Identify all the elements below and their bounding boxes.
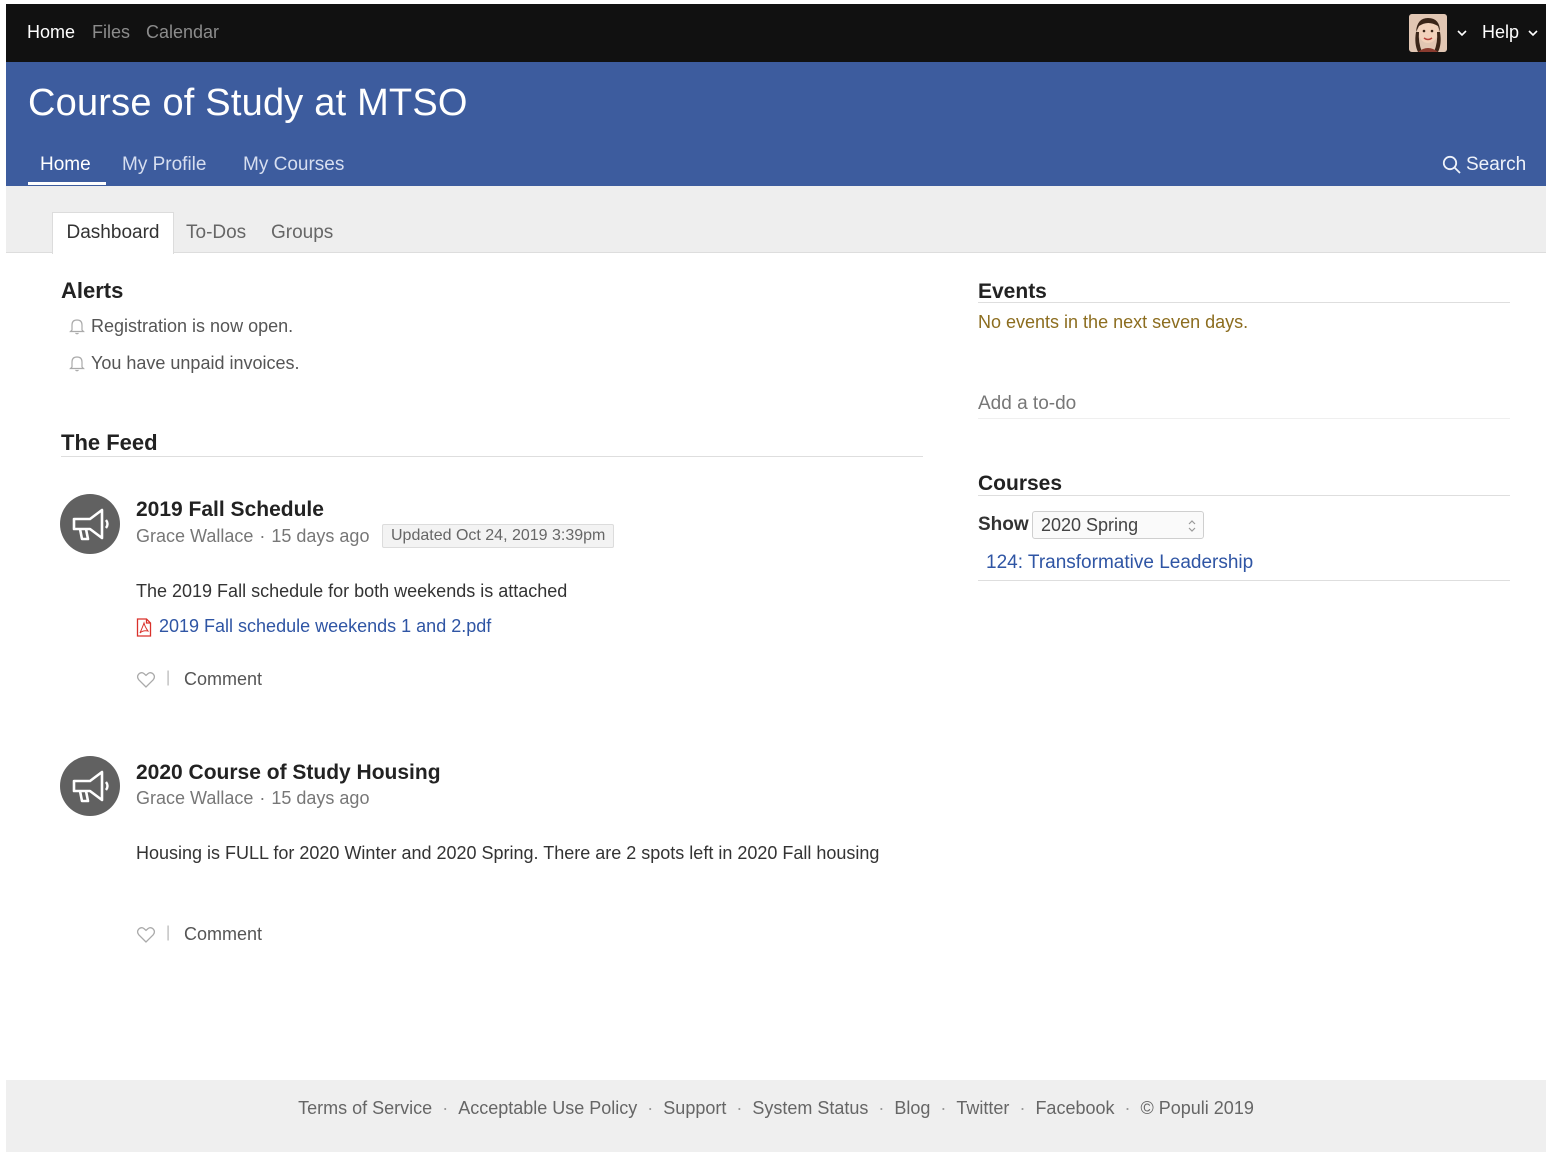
comment-link[interactable]: Comment — [184, 669, 262, 690]
post-meta: Grace Wallace · 15 days ago — [136, 526, 370, 546]
select-updown-icon — [1188, 520, 1196, 532]
updated-badge: Updated Oct 24, 2019 3:39pm — [382, 524, 615, 548]
alert-text: You have unpaid invoices. — [91, 353, 300, 373]
help-chevron-down-icon[interactable] — [1526, 26, 1540, 40]
heart-like-icon[interactable] — [136, 671, 156, 689]
footer-links: Terms of Service · Acceptable Use Policy · S… — [298, 1098, 1254, 1118]
courses-heading: Courses — [978, 472, 1063, 495]
term-select-value: 2020 Spring — [1041, 515, 1139, 535]
help-menu[interactable]: Help — [1482, 22, 1519, 43]
post-age: 15 days ago — [271, 788, 370, 808]
todo-divider — [978, 418, 1510, 419]
events-divider — [978, 302, 1510, 303]
global-topbar: Home Files Calendar Help — [6, 4, 1546, 62]
post-body: Housing is FULL for 2020 Winter and 2020… — [136, 843, 880, 863]
term-filter-label: Show — [978, 514, 1029, 535]
page-title: Course of Study at MTSO — [28, 82, 468, 124]
post-age: 15 days ago — [271, 526, 370, 546]
dashboard-tabs: Dashboard To-Dos Groups — [6, 186, 1546, 254]
topbar-files-link[interactable]: Files — [92, 22, 130, 43]
tab-groups[interactable]: Groups — [271, 222, 333, 244]
add-todo-input[interactable]: Add a to-do — [978, 393, 1076, 415]
footer-twitter-link[interactable]: Twitter — [956, 1098, 1009, 1118]
comment-link[interactable]: Comment — [184, 924, 262, 945]
feed-divider — [61, 456, 923, 457]
bell-icon — [69, 319, 85, 335]
footer-aup-link[interactable]: Acceptable Use Policy — [458, 1098, 637, 1118]
post-author[interactable]: Grace Wallace — [136, 788, 253, 808]
site-header: Course of Study at MTSO Home My Profile … — [6, 62, 1546, 186]
alert-text: Registration is now open. — [91, 316, 294, 336]
nav-home[interactable]: Home — [40, 154, 91, 176]
alerts-heading: Alerts — [61, 278, 124, 303]
footer-facebook-link[interactable]: Facebook — [1035, 1098, 1114, 1118]
attachment-filename: 2019 Fall schedule weekends 1 and 2.pdf — [159, 616, 492, 636]
search-label: Search — [1466, 154, 1527, 175]
post-title[interactable]: 2020 Course of Study Housing — [136, 761, 441, 785]
events-empty-message: No events in the next seven days. — [978, 312, 1249, 332]
bell-icon — [69, 356, 85, 372]
user-avatar[interactable] — [1409, 14, 1447, 52]
nav-active-indicator — [28, 182, 106, 185]
topbar-home-link[interactable]: Home — [27, 22, 75, 43]
post-body: The 2019 Fall schedule for both weekends… — [136, 581, 568, 601]
post-meta: Grace Wallace · 15 days ago — [136, 788, 370, 808]
tab-dashboard[interactable]: Dashboard — [52, 212, 174, 254]
footer-terms-link[interactable]: Terms of Service — [298, 1098, 432, 1118]
nav-my-courses[interactable]: My Courses — [243, 154, 344, 176]
term-select[interactable]: 2020 Spring — [1032, 511, 1204, 539]
courses-divider — [978, 495, 1510, 496]
footer-copyright: © Populi 2019 — [1140, 1098, 1254, 1118]
heart-like-icon[interactable] — [136, 926, 156, 944]
course-link[interactable]: 124: Transformative Leadership — [986, 552, 1253, 574]
footer: Terms of Service · Acceptable Use Policy · S… — [6, 1080, 1546, 1152]
user-avatar-image — [1409, 14, 1447, 52]
footer-blog-link[interactable]: Blog — [894, 1098, 930, 1118]
announcement-avatar — [60, 756, 120, 816]
post-title[interactable]: 2019 Fall Schedule — [136, 498, 324, 522]
avatar-chevron-down-icon[interactable] — [1455, 26, 1469, 40]
feed-heading: The Feed — [61, 430, 158, 455]
post-author[interactable]: Grace Wallace — [136, 526, 253, 546]
course-row-divider — [978, 580, 1510, 581]
announcement-avatar — [60, 494, 120, 554]
megaphone-icon — [72, 508, 109, 541]
tab-to-dos[interactable]: To-Dos — [186, 222, 246, 244]
footer-support-link[interactable]: Support — [663, 1098, 726, 1118]
pdf-file-icon — [136, 618, 152, 637]
megaphone-icon — [72, 770, 109, 803]
app-frame: Home Files Calendar Help Course of Study… — [6, 4, 1546, 1152]
events-heading: Events — [978, 280, 1047, 303]
footer-system-status-link[interactable]: System Status — [752, 1098, 868, 1118]
search-icon — [1442, 155, 1461, 174]
topbar-calendar-link[interactable]: Calendar — [146, 22, 219, 43]
nav-my-profile[interactable]: My Profile — [122, 154, 206, 176]
